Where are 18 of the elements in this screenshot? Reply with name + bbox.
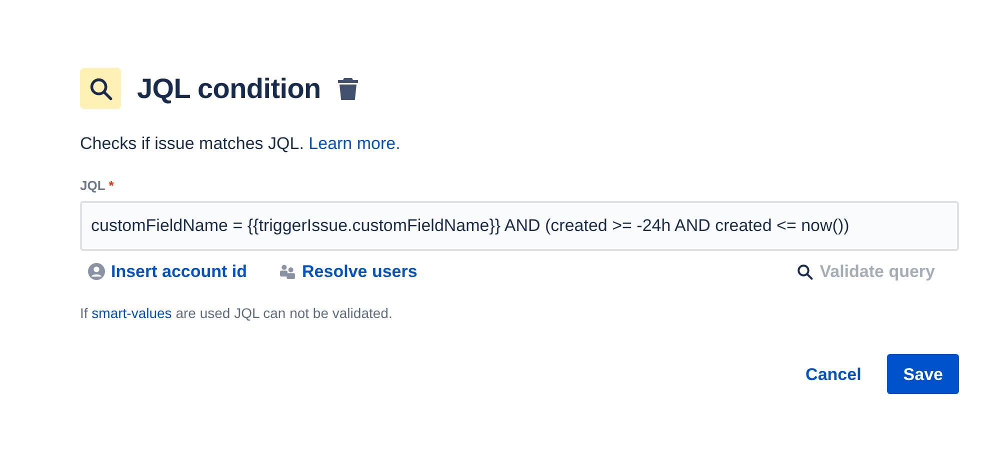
insert-account-id-button[interactable]: Insert account id — [88, 259, 248, 284]
learn-more-link[interactable]: Learn more. — [308, 134, 400, 153]
save-button[interactable]: Save — [887, 354, 959, 394]
hint-text: If — [80, 304, 88, 320]
cancel-button[interactable]: Cancel — [796, 354, 872, 395]
smart-values-link[interactable]: smart-values — [92, 304, 172, 320]
search-icon — [796, 262, 814, 281]
field-label: JQL — [80, 178, 106, 192]
description-text: Checks if issue matches JQL. — [80, 134, 304, 153]
users-icon — [279, 264, 296, 280]
search-icon — [80, 68, 121, 109]
required-marker: * — [108, 178, 114, 192]
dialog-title: JQL condition — [137, 72, 321, 106]
hint-text: are used JQL can not be validated. — [176, 304, 392, 320]
user-icon — [88, 263, 105, 280]
delete-button[interactable] — [336, 76, 359, 100]
jql-input-field[interactable]: customFieldName = {{triggerIssue.customFieldName}} AND (created >= -24h AND created <= now()) — [80, 201, 959, 251]
resolve-users-button[interactable]: Resolve users — [279, 259, 418, 284]
